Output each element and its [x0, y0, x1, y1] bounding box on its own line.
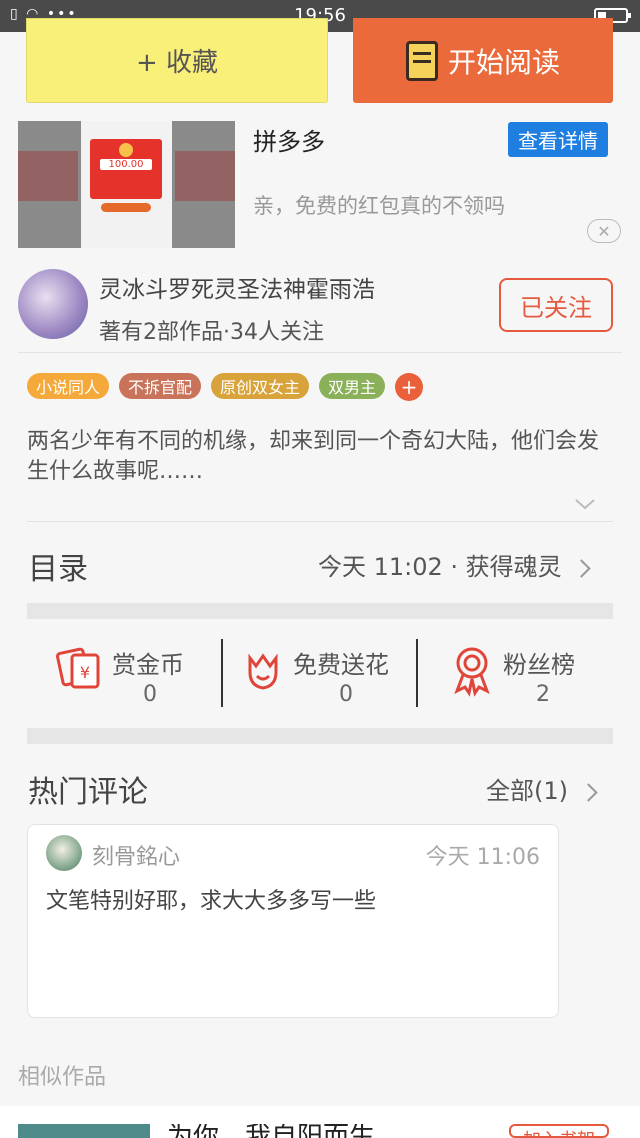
author-avatar[interactable] [18, 269, 88, 339]
catalog-title: 目录 [28, 552, 88, 587]
stat-value: 0 [143, 682, 157, 707]
divider [18, 352, 622, 353]
ad-image[interactable]: 100.00 [18, 121, 235, 248]
comment-card[interactable]: 刻骨銘心 今天 11:06 文笔特别好耶，求大大多多写一些 [27, 824, 559, 1018]
comment-user[interactable]: 刻骨銘心 [92, 839, 180, 871]
ad-title: 拼多多 [253, 128, 325, 156]
stat-value: 2 [536, 682, 550, 707]
divider [27, 521, 613, 522]
ad-red-envelope: 100.00 [90, 139, 162, 199]
favorite-label: + 收藏 [135, 48, 219, 78]
comment-time: 今天 11:06 [425, 845, 540, 870]
svg-text:¥: ¥ [80, 663, 90, 682]
synopsis: 两名少年有不同的机缘，却来到同一个奇幻大陆，他们会发生什么故事呢…… [27, 429, 600, 484]
stat-label[interactable]: 赏金币 [112, 645, 184, 680]
chevron-right-icon [572, 559, 592, 578]
ad-phone-mockup: 100.00 [81, 121, 172, 248]
add-tag-button[interactable]: + [395, 373, 424, 401]
stat-divider [221, 639, 223, 707]
reward-coin-icon[interactable]: ¥ [56, 645, 104, 693]
ad-image-blur-left [18, 151, 78, 201]
comment-text: 文笔特别好耶，求大大多多写一些 [46, 889, 377, 914]
author-name[interactable]: 灵冰斗罗死灵圣法神霍雨浩 [99, 270, 375, 304]
author-meta: 著有2部作品·34人关注 [99, 320, 324, 345]
tag[interactable]: 不拆官配 [119, 373, 202, 399]
avatar[interactable] [46, 835, 82, 871]
tag-list: 小说同人 不拆官配 原创双女主 双男主 + [27, 373, 424, 401]
add-to-shelf-button[interactable]: 加入书架 [509, 1124, 609, 1138]
ad-image-button [101, 203, 151, 212]
start-reading-button[interactable]: 开始阅读 [353, 18, 613, 103]
ad-detail-button[interactable]: 查看详情 [508, 122, 608, 157]
similar-work-title[interactable]: 为你，我自阳而生 [167, 1124, 375, 1138]
start-reading-label: 开始阅读 [447, 45, 560, 79]
similar-works-title: 相似作品 [18, 1065, 107, 1090]
ad-red-envelope-amount: 100.00 [100, 159, 152, 170]
stat-value: 0 [339, 682, 353, 707]
all-comments-link[interactable]: 全部(1) [486, 771, 598, 806]
coin-icon [119, 143, 133, 157]
section-separator [27, 603, 613, 619]
tag[interactable]: 小说同人 [27, 373, 110, 399]
similar-work-cover[interactable] [18, 1124, 150, 1138]
section-separator [27, 728, 613, 744]
book-icon [405, 40, 438, 81]
ad-image-blur-right [175, 151, 235, 201]
medal-icon[interactable] [451, 645, 493, 697]
catalog-link[interactable]: 今天 11:02 · 获得魂灵 [318, 547, 592, 582]
hot-comments-title: 热门评论 [28, 775, 148, 810]
follow-button[interactable]: 已关注 [499, 278, 613, 332]
tag[interactable]: 原创双女主 [211, 373, 310, 399]
stat-label[interactable]: 粉丝榜 [503, 645, 575, 680]
flower-icon[interactable] [242, 648, 284, 696]
ad-close-icon[interactable]: ✕ [587, 219, 621, 243]
stat-divider [416, 639, 418, 707]
tag[interactable]: 双男主 [319, 373, 386, 399]
ad-description: 亲，免费的红包真的不领吗 [253, 194, 505, 218]
all-comments-label: 全部(1) [486, 777, 568, 805]
stat-label[interactable]: 免费送花 [293, 645, 389, 680]
chevron-down-icon[interactable] [572, 494, 598, 514]
favorite-button[interactable]: + 收藏 [26, 18, 328, 103]
catalog-update-text: 今天 11:02 · 获得魂灵 [318, 553, 562, 581]
chevron-right-icon [578, 783, 598, 802]
